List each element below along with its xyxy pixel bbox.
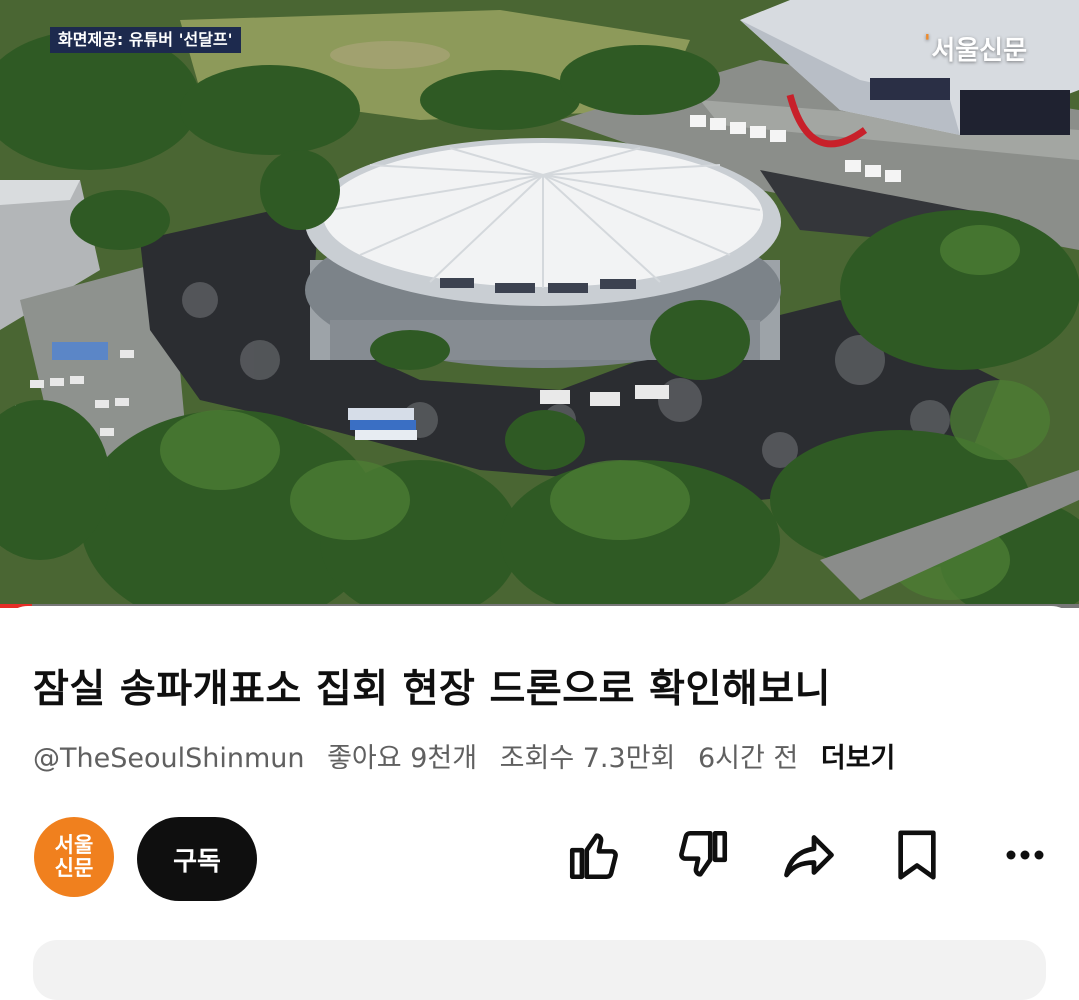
like-icon	[569, 833, 618, 880]
avatar-text-line1: 서울	[54, 833, 94, 857]
video-credit-caption: 화면제공: 유튜버 '선달프'	[50, 27, 241, 53]
video-title[interactable]: 잠실 송파개표소 집회 현장 드론으로 확인해보니	[33, 658, 831, 714]
more-description-link[interactable]: 더보기	[821, 743, 896, 774]
video-info-panel: 잠실 송파개표소 집회 현장 드론으로 확인해보니 @TheSeoulShinm…	[0, 606, 1079, 1000]
description-card[interactable]	[33, 940, 1046, 1000]
save-button[interactable]	[884, 822, 950, 888]
watermark-mark-icon: '	[924, 30, 931, 54]
channel-handle[interactable]: @TheSeoulShinmun	[33, 743, 305, 774]
dislike-button[interactable]	[670, 822, 736, 888]
view-count: 조회수 7.3만회	[499, 743, 676, 774]
video-player[interactable]: 화면제공: 유튜버 '선달프' '서울신문	[0, 0, 1079, 608]
more-options-button[interactable]	[992, 822, 1058, 888]
video-metadata-row[interactable]: @TheSeoulShinmun 좋아요 9천개 조회수 7.3만회 6시간 전…	[33, 736, 909, 775]
subscribe-button[interactable]: 구독	[137, 817, 257, 901]
channel-avatar[interactable]: 서울 신문	[34, 817, 114, 897]
like-count: 좋아요 9천개	[327, 743, 478, 774]
broadcaster-watermark: '서울신문	[924, 30, 1027, 67]
dislike-icon	[679, 830, 728, 877]
like-button[interactable]	[561, 822, 627, 888]
upload-time: 6시간 전	[697, 743, 799, 774]
share-button[interactable]	[776, 822, 842, 888]
watermark-text: 서울신문	[931, 36, 1027, 66]
share-icon	[784, 835, 834, 878]
video-frame-aerial-stadium	[0, 0, 1079, 608]
more-options-icon	[1006, 850, 1044, 860]
avatar-text-line2: 신문	[54, 856, 94, 880]
save-icon	[898, 830, 936, 880]
